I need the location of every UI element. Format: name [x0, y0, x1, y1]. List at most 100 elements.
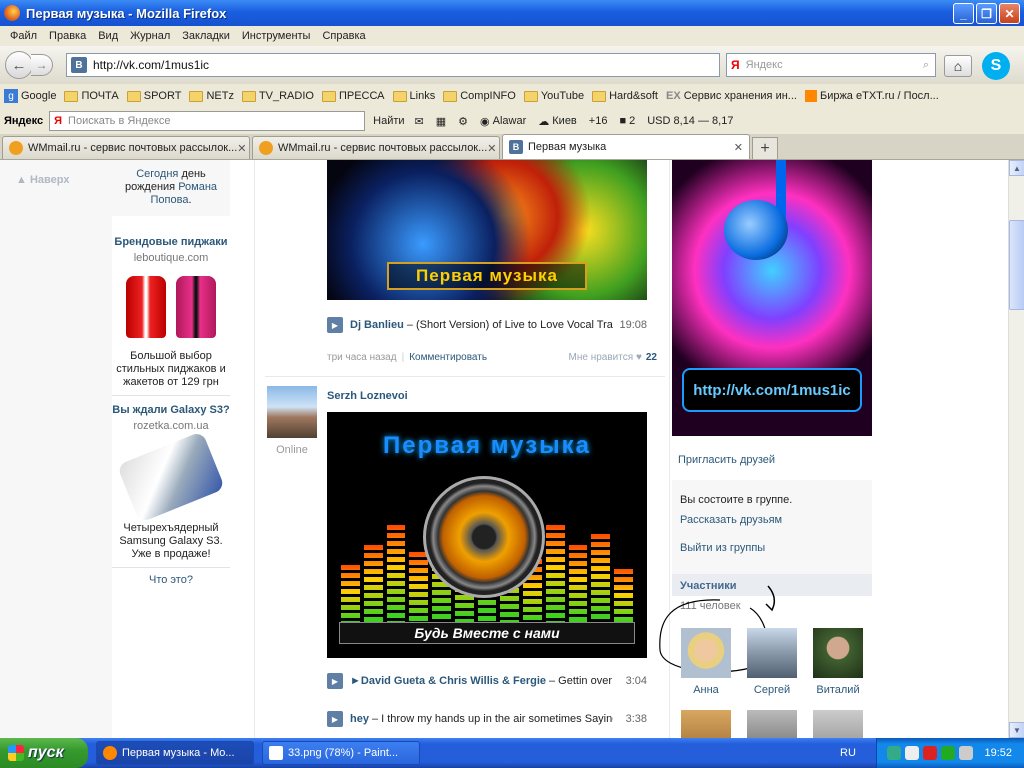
audio-track[interactable]: ▶ ►David Gueta & Chris Willis & Fergie –… — [327, 672, 647, 690]
bookmark-folder[interactable]: ПРЕССА — [321, 90, 385, 102]
track-artist[interactable]: hey — [350, 713, 369, 725]
vertical-scrollbar[interactable]: ▲ ▼ — [1008, 160, 1024, 738]
leave-group-link[interactable]: Выйти из группы — [680, 542, 765, 554]
start-button[interactable]: пуск — [0, 738, 88, 768]
scroll-up-arrow-icon[interactable]: ▲ — [1009, 160, 1024, 176]
menu-tools[interactable]: Инструменты — [236, 30, 317, 42]
tab-wmmail-2[interactable]: WMmail.ru - сервис почтовых рассылок... ✕ — [252, 136, 500, 159]
birthday-today-link[interactable]: Сегодня — [136, 168, 178, 180]
apps-icon[interactable]: ▦ — [436, 115, 446, 128]
ad-image-jackets[interactable] — [126, 276, 216, 342]
scroll-to-top-link[interactable]: ▲ Наверх — [16, 174, 69, 186]
member-photo-partial[interactable] — [680, 710, 732, 738]
display-icon[interactable] — [905, 746, 919, 760]
network-icon[interactable] — [887, 746, 901, 760]
tell-friends-link[interactable]: Рассказать друзьям — [680, 514, 782, 526]
what-is-this-link[interactable]: Что это? — [112, 574, 230, 586]
close-button[interactable]: ✕ — [999, 3, 1020, 24]
post-image-dancers[interactable]: Первая музыка — [327, 160, 647, 300]
scroll-thumb[interactable] — [1009, 220, 1024, 310]
author-avatar[interactable] — [267, 386, 317, 438]
member-photo[interactable] — [813, 628, 863, 678]
ad-title-galaxy[interactable]: Вы ждали Galaxy S3? — [112, 404, 230, 417]
member-photo-partial[interactable] — [746, 710, 798, 738]
clock[interactable]: 19:52 — [984, 747, 1012, 759]
member-vitaliy[interactable]: Виталий — [812, 628, 864, 696]
weather-temp[interactable]: +16 — [589, 115, 608, 127]
member-photo[interactable] — [681, 628, 731, 678]
bookmark-folder[interactable]: Hard&soft — [592, 90, 658, 102]
minimize-button[interactable]: _ — [953, 3, 974, 24]
bookmark-folder[interactable]: CompINFO — [443, 90, 516, 102]
bookmark-ex[interactable]: EX Сервис хранения ин... — [666, 90, 797, 102]
menu-file[interactable]: Файл — [4, 30, 43, 42]
url-text[interactable]: http://vk.com/1mus1ic — [93, 58, 209, 72]
mail-icon[interactable]: ✉ — [415, 115, 424, 128]
like-count[interactable]: 22 — [646, 352, 657, 363]
find-button[interactable]: Найти — [373, 115, 404, 127]
tab-close-icon[interactable]: ✕ — [237, 142, 246, 155]
scroll-down-arrow-icon[interactable]: ▼ — [1009, 722, 1024, 738]
ad-text-jackets[interactable]: Большой выбор стильных пиджаков и жакето… — [112, 350, 230, 389]
home-button[interactable]: ⌂ — [944, 55, 972, 77]
weather-city[interactable]: ☁ Киев — [538, 115, 577, 128]
magnifier-icon[interactable]: ⌕ — [923, 59, 929, 72]
bookmark-folder[interactable]: ПОЧТА — [64, 90, 119, 102]
member-sergey[interactable]: Сергей — [746, 628, 798, 696]
audio-track[interactable]: ▶ hey – I throw my hands up in the air s… — [327, 710, 647, 728]
bookmark-folder[interactable]: TV_RADIO — [241, 90, 314, 102]
menu-bookmarks[interactable]: Закладки — [176, 30, 236, 42]
monitor-icon[interactable] — [941, 746, 955, 760]
volume-icon[interactable] — [959, 746, 973, 760]
tab-close-icon[interactable]: ✕ — [734, 141, 743, 154]
tab-pervaya-muzyka[interactable]: B Первая музыка ✕ — [502, 134, 750, 159]
play-icon[interactable]: ▶ — [327, 711, 343, 727]
new-tab-button[interactable]: + — [752, 137, 778, 159]
forward-button[interactable]: → — [31, 54, 53, 76]
post-image-speaker[interactable]: Первая музыка Будь Вместе с нами — [327, 412, 647, 658]
bookmark-folder[interactable]: SPORT — [126, 90, 181, 102]
bookmark-folder[interactable]: Links — [392, 90, 435, 102]
tab-close-icon[interactable]: ✕ — [487, 142, 496, 155]
group-avatar-image[interactable]: http://vk.com/1mus1ic — [672, 160, 872, 436]
address-bar[interactable]: B http://vk.com/1mus1ic ☆ & ↻ — [66, 53, 782, 350]
bookmark-folder[interactable]: YouTube — [523, 90, 584, 102]
invite-friends-link[interactable]: Пригласить друзей — [678, 454, 775, 466]
tab-wmmail-1[interactable]: WMmail.ru - сервис почтовых рассылок... ✕ — [2, 136, 250, 159]
maximize-button[interactable]: ❐ — [976, 3, 997, 24]
menu-help[interactable]: Справка — [316, 30, 371, 42]
bookmark-rss[interactable]: Биржа eTXT.ru / Посл... — [804, 90, 939, 102]
member-anna[interactable]: Анна — [680, 628, 732, 696]
currency-rate[interactable]: USD 8,14 — 8,17 — [647, 115, 733, 127]
alawar-link[interactable]: ◉ Alawar — [480, 115, 526, 128]
track-artist[interactable]: Dj Banlieu — [350, 319, 404, 331]
post-author-link[interactable]: Serzh Loznevoi — [327, 390, 408, 402]
bookmark-folder[interactable]: NETz — [189, 90, 234, 102]
like-button[interactable]: Мне нравится ♥ — [569, 352, 642, 363]
search-bar[interactable]: Я Яндекс ⌕ — [726, 53, 936, 77]
ad-text-galaxy[interactable]: Четырехъядерный Samsung Galaxy S3. Уже в… — [112, 522, 230, 561]
audio-track[interactable]: ▶ Dj Banlieu – (Short Version) of Live t… — [327, 316, 647, 334]
play-icon[interactable]: ▶ — [327, 317, 343, 333]
language-indicator[interactable]: RU — [840, 747, 856, 759]
play-icon[interactable]: ▶ — [327, 673, 343, 689]
track-artist[interactable]: ►David Gueta & Chris Willis & Fergie — [350, 675, 546, 687]
taskbar-firefox[interactable]: Первая музыка - Mo... — [96, 741, 254, 765]
back-button[interactable]: ← — [5, 51, 33, 79]
menu-history[interactable]: Журнал — [124, 30, 176, 42]
menu-view[interactable]: Вид — [92, 30, 124, 42]
taskbar-paint[interactable]: 33.png (78%) - Paint... — [262, 741, 420, 765]
mail-count[interactable]: ■ 2 — [619, 115, 635, 127]
skype-icon[interactable]: S — [982, 52, 1010, 80]
member-photo[interactable] — [747, 628, 797, 678]
gear-icon[interactable]: ⚙ — [458, 115, 468, 128]
comment-link[interactable]: Комментировать — [409, 352, 487, 363]
ad-title-jackets[interactable]: Брендовые пиджаки — [112, 236, 230, 249]
bookmark-google[interactable]: g Google — [4, 89, 56, 103]
yandex-search-input[interactable]: Я Поискать в Яндексе — [49, 111, 366, 131]
antivirus-icon[interactable] — [923, 746, 937, 760]
member-photo-partial[interactable] — [812, 710, 864, 738]
ad-image-galaxy-phone[interactable] — [116, 431, 226, 523]
yandex-logo[interactable]: Яндекс — [4, 115, 43, 127]
menu-edit[interactable]: Правка — [43, 30, 92, 42]
